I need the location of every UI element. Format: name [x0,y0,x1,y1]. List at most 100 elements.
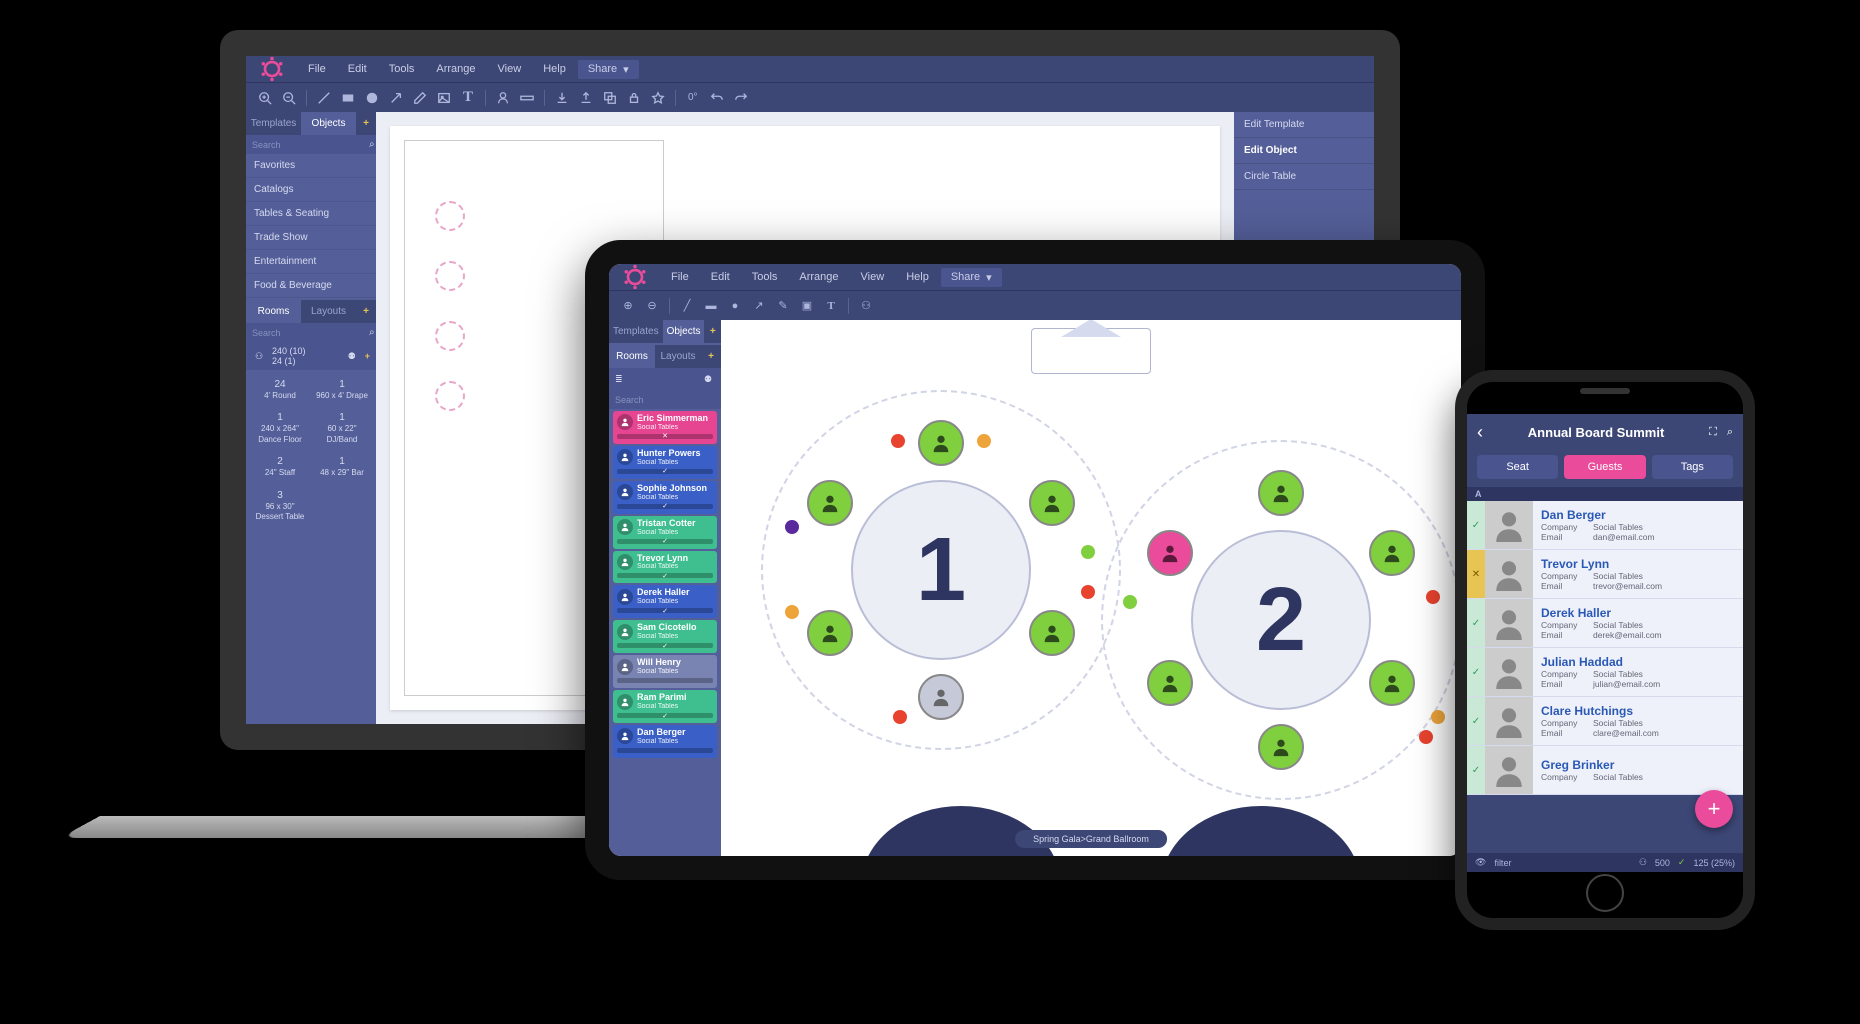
obj-item[interactable]: 148 x 29" Bar [312,451,372,482]
tab-layouts[interactable]: Layouts [301,300,356,323]
tab-templates[interactable]: Templates [609,320,663,343]
tab-rooms[interactable]: Rooms [246,300,301,323]
tab-seat[interactable]: Seat [1477,455,1558,479]
obj-item[interactable]: 1960 x 4' Drape [312,374,372,405]
category-catalogs[interactable]: Catalogs [246,178,376,202]
edit-template-link[interactable]: Edit Template [1234,112,1374,138]
rect-tool-icon[interactable]: ▬ [700,295,722,317]
text-tool-icon[interactable]: T [820,295,842,317]
back-icon[interactable]: ‹ [1477,422,1483,443]
line-tool-icon[interactable]: ╱ [676,295,698,317]
menu-arrange[interactable]: Arrange [426,59,485,79]
category-tradeshow[interactable]: Trade Show [246,226,376,250]
rect-tool-icon[interactable] [337,87,359,109]
table-2[interactable]: 2 [1101,440,1461,800]
zoom-in-icon[interactable] [254,87,276,109]
category-food[interactable]: Food & Beverage [246,274,376,298]
circle-tool-icon[interactable]: ● [724,295,746,317]
table-partial[interactable] [1161,806,1361,856]
add-tab-button[interactable]: + [704,320,721,343]
image-tool-icon[interactable] [433,87,455,109]
tab-objects[interactable]: Objects [301,112,356,135]
seat[interactable] [1029,480,1075,526]
seat[interactable] [1369,660,1415,706]
guest-card[interactable]: Dan BergerSocial Tables [613,725,717,758]
guest-row[interactable]: ✓Dan BergerCompanySocial TablesEmaildan@… [1467,501,1743,550]
zoom-out-icon[interactable]: ⊖ [641,295,663,317]
eye-icon[interactable]: 👁 [1475,857,1486,868]
upload-icon[interactable] [575,87,597,109]
pencil-tool-icon[interactable] [409,87,431,109]
add-room-button[interactable]: + [365,351,370,361]
group-icon[interactable] [599,87,621,109]
assign-icon[interactable]: ⚉ [345,349,359,363]
arrow-tool-icon[interactable]: ↗ [748,295,770,317]
scan-icon[interactable]: ⛶ [1709,426,1717,439]
pencil-tool-icon[interactable]: ✎ [772,295,794,317]
seat[interactable] [1029,610,1075,656]
menu-file[interactable]: File [661,267,699,287]
line-tool-icon[interactable] [313,87,335,109]
guest-row[interactable]: ✓Greg BrinkerCompanySocial Tables [1467,746,1743,795]
share-button[interactable]: Share▾ [941,268,1002,287]
guest-card[interactable]: Derek HallerSocial Tables✓ [613,585,717,618]
ruler-tool-icon[interactable] [516,87,538,109]
guest-card[interactable]: Eric SimmermanSocial Tables✕ [613,411,717,444]
add-layout-button[interactable]: + [701,345,721,368]
text-tool-icon[interactable]: T [457,87,479,109]
tab-guests[interactable]: Guests [1564,455,1645,479]
person-tool-icon[interactable] [492,87,514,109]
seat[interactable] [1147,530,1193,576]
guest-card[interactable]: Ram ParimiSocial Tables✓ [613,690,717,723]
tab-tags[interactable]: Tags [1652,455,1733,479]
seat[interactable] [1369,530,1415,576]
tab-layouts[interactable]: Layouts [655,345,701,368]
zoom-out-icon[interactable] [278,87,300,109]
category-entertainment[interactable]: Entertainment [246,250,376,274]
menu-edit[interactable]: Edit [338,59,377,79]
tab-objects[interactable]: Objects [663,320,705,343]
phone-home-button[interactable] [1586,874,1624,912]
zoom-in-icon[interactable]: ⊕ [617,295,639,317]
guest-row[interactable]: ✕Trevor LynnCompanySocial TablesEmailtre… [1467,550,1743,599]
check-icon[interactable]: ✓ [1467,599,1485,647]
check-icon[interactable]: ✓ [1467,648,1485,696]
tab-templates[interactable]: Templates [246,112,301,135]
check-icon[interactable]: ✓ [1467,746,1485,794]
table-1[interactable]: 1 [761,390,1121,750]
seat[interactable] [918,420,964,466]
list-icon[interactable]: ≣ [615,374,623,385]
add-layout-button[interactable]: + [356,300,376,323]
category-tables[interactable]: Tables & Seating [246,202,376,226]
star-icon[interactable] [647,87,669,109]
canvas-area[interactable]: 1 [721,320,1461,856]
guest-row[interactable]: ✓Julian HaddadCompanySocial TablesEmailj… [1467,648,1743,697]
share-button[interactable]: Share ▾ [578,60,639,79]
guest-row[interactable]: ✓Clare HutchingsCompanySocial TablesEmai… [1467,697,1743,746]
assign-icon[interactable]: ⚉ [701,372,715,386]
objects-search[interactable]: ⌕ [246,135,376,154]
room-summary[interactable]: ⚇ 240 (10) 24 (1) ⚉ + [246,342,376,370]
breadcrumb[interactable]: Spring Gala>Grand Ballroom [1015,830,1167,848]
seat[interactable] [1147,660,1193,706]
menu-tools[interactable]: Tools [742,267,788,287]
undo-icon[interactable] [706,87,728,109]
menu-view[interactable]: View [488,59,532,79]
rooms-search-input[interactable] [252,328,369,338]
check-icon[interactable]: ✓ [1467,501,1485,549]
obj-item[interactable]: 224" Staff [250,451,310,482]
filter-label[interactable]: filter [1494,858,1511,868]
download-icon[interactable] [551,87,573,109]
person-tool-icon[interactable]: ⚇ [855,295,877,317]
guest-card[interactable]: Sophie JohnsonSocial Tables✓ [613,481,717,514]
guest-card[interactable]: Trevor LynnSocial Tables✓ [613,551,717,584]
tab-rooms[interactable]: Rooms [609,345,655,368]
guest-search-input[interactable] [615,395,732,405]
seat[interactable] [1258,470,1304,516]
add-tab-button[interactable]: + [356,112,376,135]
guest-card[interactable]: Sam CicotelloSocial Tables✓ [613,620,717,653]
obj-item[interactable]: 160 x 22" DJ/Band [312,407,372,449]
menu-help[interactable]: Help [896,267,939,287]
seat[interactable] [918,674,964,720]
guest-card[interactable]: Hunter PowersSocial Tables✓ [613,446,717,479]
